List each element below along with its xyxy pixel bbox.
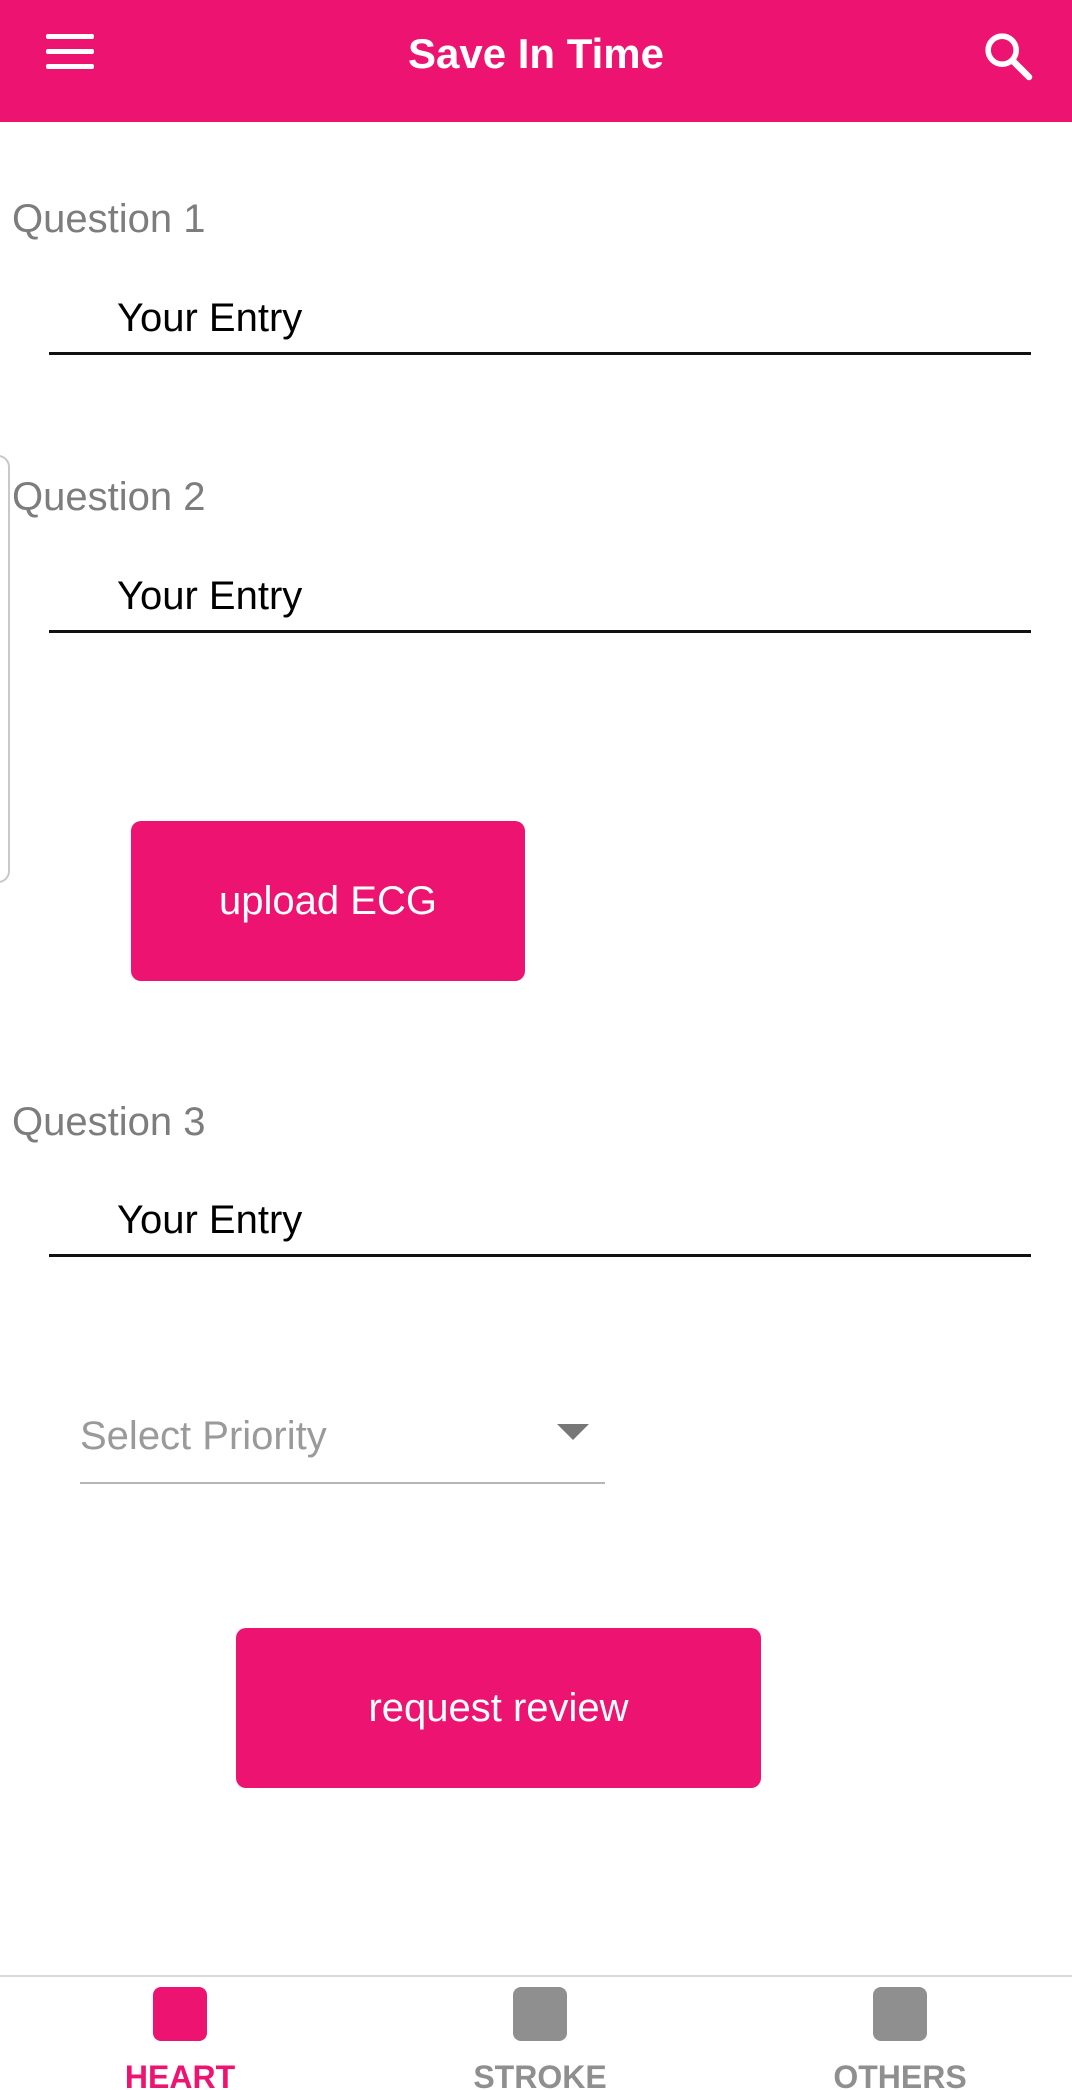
question-1-input[interactable] xyxy=(49,285,1031,355)
drawer-handle[interactable] xyxy=(0,455,10,883)
page-title: Save In Time xyxy=(407,30,665,77)
question-1-label: Question 1 xyxy=(12,197,206,241)
heart-tab-icon xyxy=(153,1987,207,2041)
nav-item-stroke[interactable]: STROKE xyxy=(420,1977,660,2090)
search-icon[interactable] xyxy=(980,28,1036,84)
question-3-label: Question 3 xyxy=(12,1100,206,1144)
bottom-nav: HEART STROKE OTHERS xyxy=(0,1975,1072,2090)
stroke-tab-icon xyxy=(513,1987,567,2041)
question-2-input[interactable] xyxy=(49,563,1031,633)
nav-item-others[interactable]: OTHERS xyxy=(780,1977,1020,2090)
priority-select-placeholder: Select Priority xyxy=(80,1414,327,1458)
dropdown-arrow-icon xyxy=(557,1424,589,1440)
priority-select[interactable]: Select Priority xyxy=(80,1402,605,1484)
app-bar: Save In Time xyxy=(0,0,1072,122)
upload-ecg-button[interactable]: upload ECG xyxy=(131,821,525,981)
nav-label-heart: HEART xyxy=(124,2059,236,2090)
nav-label-stroke: STROKE xyxy=(473,2059,607,2090)
question-3-input[interactable] xyxy=(49,1187,1031,1257)
nav-item-heart[interactable]: HEART xyxy=(60,1977,300,2090)
request-review-button[interactable]: request review xyxy=(236,1628,761,1788)
question-2-label: Question 2 xyxy=(12,475,206,519)
nav-label-others: OTHERS xyxy=(833,2059,967,2090)
others-tab-icon xyxy=(873,1987,927,2041)
